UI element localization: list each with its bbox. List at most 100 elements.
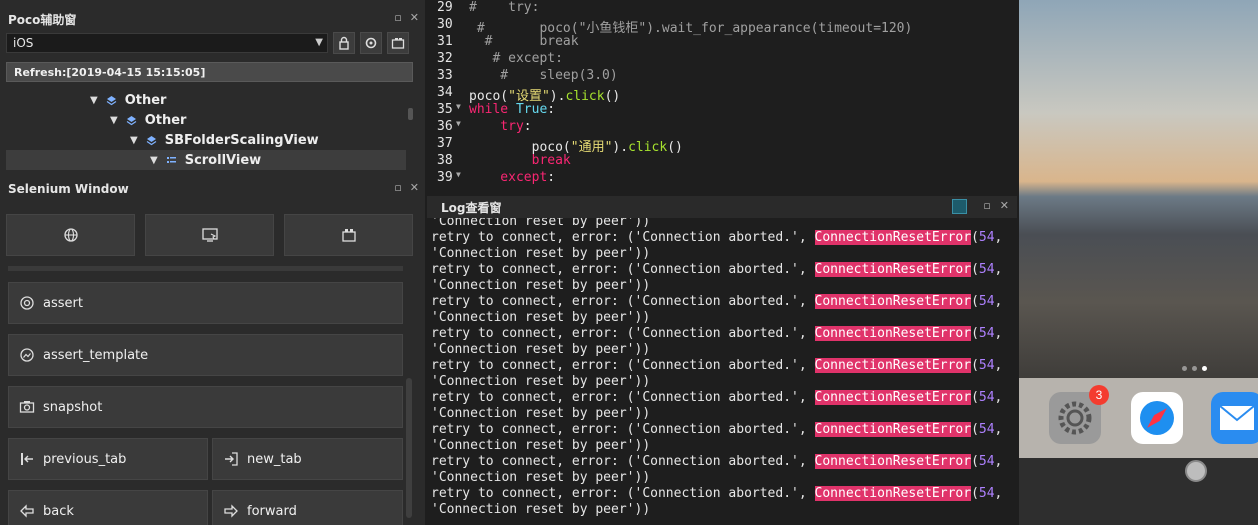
- selenium-toolbar: [6, 214, 413, 256]
- refresh-timestamp: Refresh:[2019-04-15 15:15:05]: [6, 62, 413, 82]
- tree-node-label: Other: [144, 112, 187, 128]
- record-button[interactable]: [387, 32, 409, 54]
- layer-icon: [126, 115, 137, 125]
- error-name-highlight: ConnectionResetError: [814, 422, 972, 437]
- log-prefix: retry to connect, error: ('Connection ab…: [431, 326, 815, 341]
- line-number: 38: [437, 153, 453, 168]
- assert-button[interactable]: assert: [8, 282, 403, 324]
- log-comma: ,: [994, 422, 1003, 437]
- arrow-left-icon: [20, 504, 34, 518]
- float-window-icon[interactable]: ▫: [394, 11, 401, 24]
- code-token: :: [547, 170, 556, 185]
- log-paren: (: [971, 486, 979, 501]
- log-prefix: retry to connect, error: ('Connection ab…: [431, 486, 815, 501]
- tab-back-icon: [21, 453, 33, 465]
- tree-scrollbar[interactable]: [408, 108, 413, 120]
- float-window-icon[interactable]: ▫: [983, 199, 990, 212]
- back-button[interactable]: back: [8, 490, 208, 525]
- lock-button[interactable]: [333, 32, 355, 54]
- error-number: 54: [978, 326, 995, 341]
- toolbar-divider: [8, 266, 403, 271]
- close-icon[interactable]: ✕: [410, 181, 419, 194]
- page-dot: [1192, 366, 1197, 371]
- expand-arrow-icon[interactable]: ▼: [130, 135, 138, 146]
- device-screen[interactable]: [1019, 0, 1258, 525]
- log-line: retry to connect, error: ('Connection ab…: [431, 262, 1002, 278]
- code-token: click: [628, 140, 668, 155]
- selenium-panel-header: Selenium Window ▫ ✕: [0, 178, 425, 200]
- error-name-highlight: ConnectionResetError: [814, 486, 972, 501]
- code-token: (): [604, 89, 621, 104]
- float-window-icon[interactable]: ▫: [394, 181, 401, 194]
- error-name-highlight: ConnectionResetError: [814, 358, 972, 373]
- code-token: (): [667, 140, 683, 155]
- close-icon[interactable]: ✕: [1000, 199, 1009, 212]
- code-editor[interactable]: 29 # try: 30 # poco("小鱼钱柜").wait_for_appea…: [427, 0, 1017, 192]
- tree-node[interactable]: ▼ Other: [90, 90, 166, 110]
- safari-app-icon[interactable]: [1131, 392, 1183, 444]
- open-browser-button[interactable]: [6, 214, 135, 256]
- assert-template-button-label: assert_template: [43, 347, 149, 363]
- log-panel-header: Log查看窗 ▫ ✕: [427, 196, 1017, 218]
- poco-panel-title: Poco辅助窗: [8, 12, 77, 27]
- code-text: # except:: [469, 51, 562, 66]
- log-comma: ,: [994, 230, 1003, 245]
- log-comma: ,: [994, 358, 1003, 373]
- code-token: click: [565, 89, 605, 104]
- tree-node[interactable]: ▼ Other: [110, 110, 186, 130]
- log-line: retry to connect, error: ('Connection ab…: [431, 294, 1002, 310]
- refresh-button[interactable]: [360, 32, 382, 54]
- error-name-highlight: ConnectionResetError: [814, 326, 972, 341]
- layer-icon: [146, 135, 157, 145]
- platform-select[interactable]: iOS ▼: [6, 33, 328, 53]
- tree-node[interactable]: ▼ SBFolderScalingView: [130, 130, 319, 150]
- log-prefix: retry to connect, error: ('Connection ab…: [431, 422, 815, 437]
- record-icon: [391, 38, 405, 49]
- error-number: 54: [978, 358, 995, 373]
- mail-app-icon[interactable]: [1211, 392, 1258, 444]
- new-tab-button[interactable]: new_tab: [212, 438, 403, 480]
- inspect-button[interactable]: [145, 214, 274, 256]
- code-text: except:: [469, 170, 555, 185]
- previous-tab-button[interactable]: previous_tab: [8, 438, 208, 480]
- expand-arrow-icon[interactable]: ▼: [110, 115, 118, 126]
- log-line: retry to connect, error: ('Connection ab…: [431, 358, 1002, 374]
- selenium-scrollbar[interactable]: [406, 378, 412, 518]
- expand-arrow-icon[interactable]: ▼: [90, 95, 98, 106]
- fold-arrow-icon[interactable]: ▼: [456, 119, 461, 128]
- log-panel-title: Log查看窗: [441, 200, 502, 215]
- fold-arrow-icon[interactable]: ▼: [456, 102, 461, 111]
- code-text: # break: [469, 34, 579, 49]
- snapshot-button-label: snapshot: [43, 399, 103, 415]
- snapshot-button[interactable]: snapshot: [8, 386, 403, 428]
- error-name-highlight: ConnectionResetError: [814, 294, 972, 309]
- forward-button[interactable]: forward: [212, 490, 403, 525]
- close-icon[interactable]: ✕: [410, 11, 419, 24]
- record-button[interactable]: [284, 214, 413, 256]
- log-comma: ,: [994, 326, 1003, 341]
- filter-icon[interactable]: [952, 199, 967, 214]
- error-number: 54: [978, 262, 995, 277]
- layer-icon: [106, 95, 117, 105]
- poco-panel-header: Poco辅助窗 ▫ ✕: [0, 8, 425, 30]
- ui-hierarchy-tree: ▼ Other ▼ Other ▼ SBFolderScalingView ▼ …: [6, 82, 406, 170]
- assert-template-button[interactable]: assert_template: [8, 334, 403, 376]
- error-number: 54: [978, 230, 995, 245]
- log-line: 'Connection reset by peer')): [431, 278, 651, 293]
- log-paren: (: [971, 422, 979, 437]
- new-tab-button-label: new_tab: [247, 451, 302, 467]
- code-token: :: [547, 102, 556, 117]
- log-line: retry to connect, error: ('Connection ab…: [431, 230, 1002, 246]
- expand-arrow-icon[interactable]: ▼: [150, 155, 158, 166]
- error-number: 54: [978, 422, 995, 437]
- log-output[interactable]: 'Connection reset by peer')) retry to con…: [427, 218, 1017, 525]
- code-token: # sleep(3.0): [469, 68, 618, 83]
- home-button[interactable]: [1185, 460, 1207, 482]
- line-number: 33: [437, 68, 453, 83]
- log-prefix: retry to connect, error: ('Connection ab…: [431, 262, 815, 277]
- tree-node-selected[interactable]: ▼ ScrollView: [6, 150, 406, 170]
- line-number: 32: [437, 51, 453, 66]
- fold-arrow-icon[interactable]: ▼: [456, 170, 461, 179]
- line-number: 34: [437, 85, 453, 100]
- log-line: 'Connection reset by peer')): [431, 246, 651, 261]
